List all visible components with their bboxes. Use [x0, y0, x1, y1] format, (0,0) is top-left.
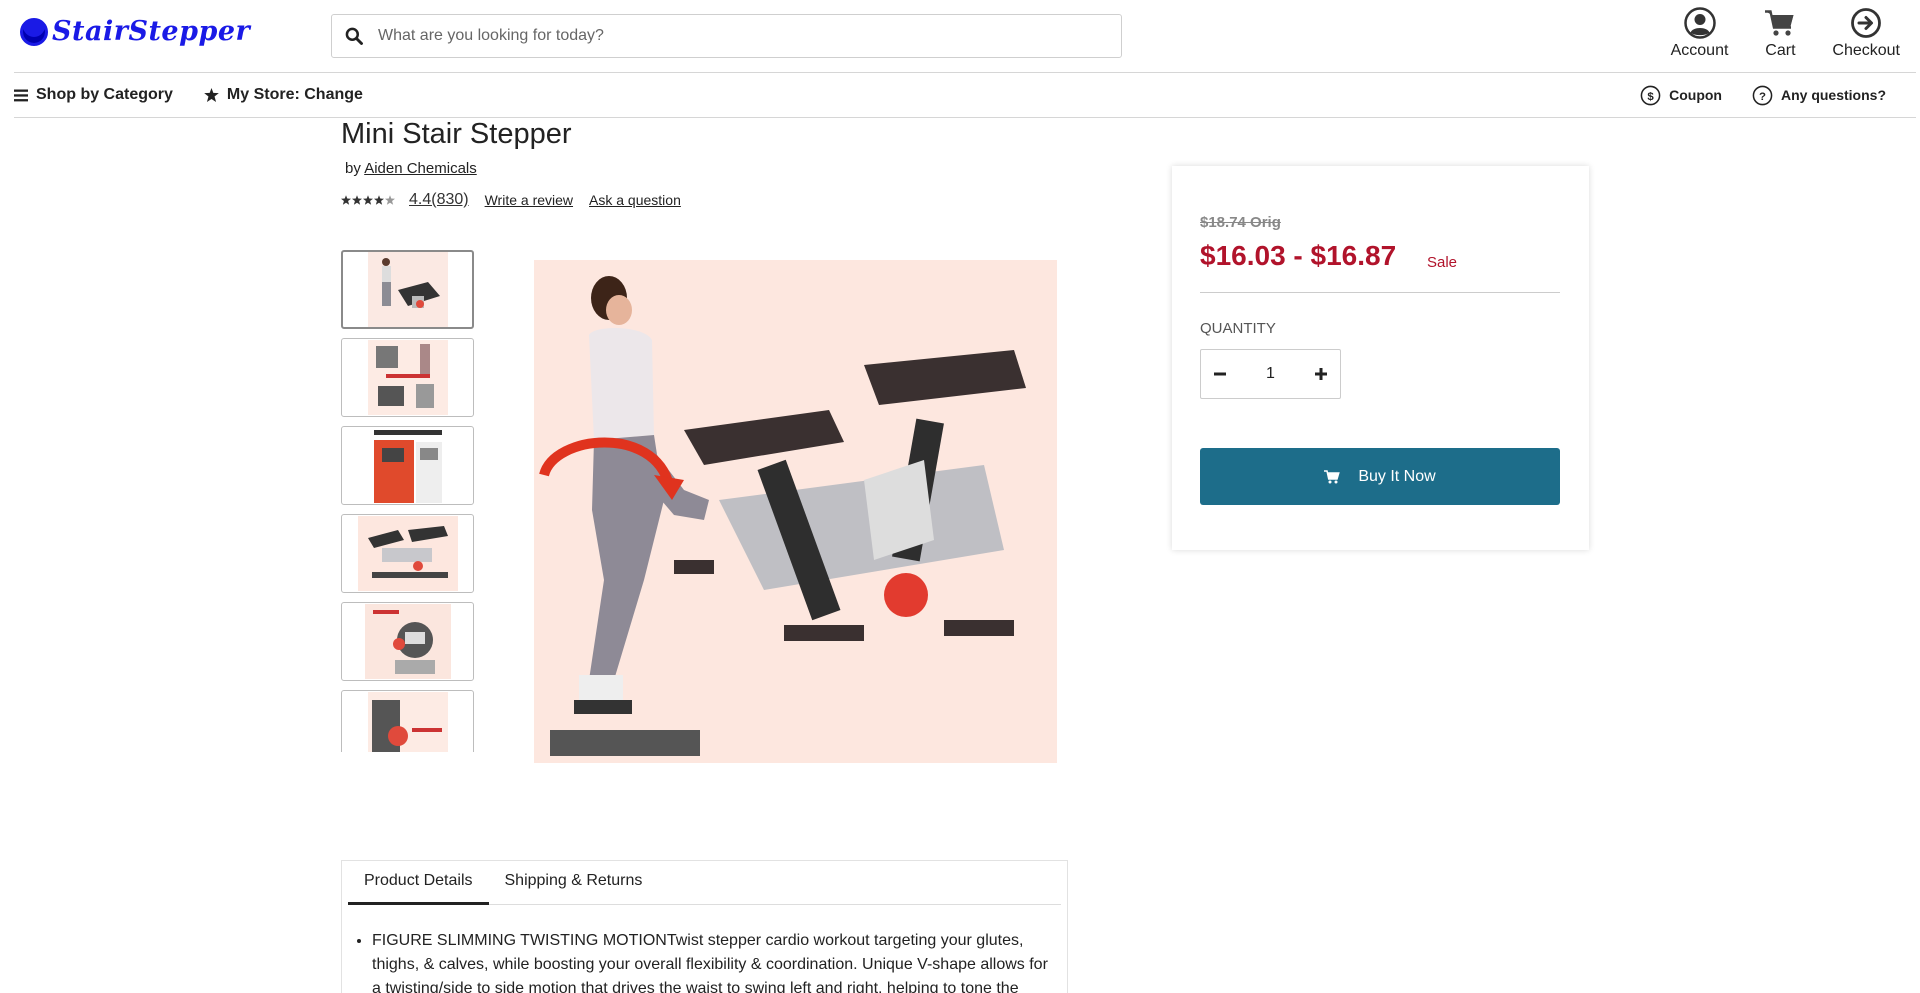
thumbnail-list — [341, 250, 475, 752]
quantity-value[interactable]: 1 — [1266, 365, 1275, 383]
thumbnail-digital-monitor[interactable] — [341, 602, 474, 681]
checkout-label: Checkout — [1832, 42, 1900, 59]
arrow-circle-right-icon — [1851, 8, 1882, 38]
logo-text: StairStepper — [52, 16, 251, 47]
header-actions: Account Cart Checkout — [1671, 7, 1900, 60]
my-store-label: My Store: Change — [226, 86, 363, 103]
svg-text:$: $ — [1647, 90, 1654, 102]
thumbnail-stepper-side-view[interactable] — [341, 514, 474, 593]
question-circle-icon: ? — [1752, 85, 1773, 105]
tab-bar: Product Details Shipping & Returns — [348, 861, 1061, 905]
product-info-tabs: Product Details Shipping & Returns FIGUR… — [341, 860, 1068, 993]
half-star-icon — [385, 195, 395, 205]
product-byline: by Aiden Chemicals — [345, 160, 477, 177]
nav-bar: Shop by Category My Store: Change $ Coup… — [14, 72, 1916, 118]
purchase-panel: $18.74 Orig $16.03 - $16.87 Sale QUANTIT… — [1172, 166, 1589, 550]
buy-it-now-label: Buy It Now — [1358, 467, 1436, 485]
price-divider — [1200, 292, 1560, 293]
site-logo[interactable]: StairStepper — [20, 16, 250, 47]
shop-by-category-label: Shop by Category — [36, 86, 173, 103]
hamburger-icon — [14, 89, 28, 101]
original-price: $18.74 Orig — [1200, 214, 1281, 231]
product-details-list: FIGURE SLIMMING TWISTING MOTIONTwist ste… — [372, 929, 1052, 993]
cart-button[interactable]: Cart — [1764, 7, 1796, 60]
star-icon — [204, 88, 219, 102]
sale-badge: Sale — [1427, 254, 1458, 271]
questions-label: Any questions? — [1780, 87, 1886, 103]
rating-row: 4.4(830) Write a review Ask a question — [341, 191, 681, 209]
shop-by-category-menu[interactable]: Shop by Category — [14, 86, 173, 104]
minus-icon — [1214, 372, 1226, 376]
tab-shipping-returns[interactable]: Shipping & Returns — [489, 861, 659, 905]
svg-text:?: ? — [1759, 90, 1766, 102]
brand-link[interactable]: Aiden Chemicals — [364, 160, 477, 177]
product-title: Mini Stair Stepper — [341, 118, 572, 150]
cart-icon — [1765, 10, 1794, 36]
by-prefix: by — [345, 160, 361, 177]
increase-quantity-button[interactable] — [1302, 350, 1340, 398]
star-icon — [363, 195, 373, 205]
site-header: StairStepper Account Cart — [0, 0, 1920, 72]
cart-label: Cart — [1765, 42, 1796, 59]
thumbnail-adjustable[interactable] — [341, 690, 474, 752]
quantity-label: QUANTITY — [1200, 320, 1276, 337]
questions-link[interactable]: ? Any questions? — [1752, 85, 1886, 106]
star-icon — [341, 195, 351, 205]
quantity-stepper: 1 — [1200, 349, 1341, 399]
search-input[interactable] — [378, 27, 1098, 45]
list-item: FIGURE SLIMMING TWISTING MOTIONTwist ste… — [372, 929, 1052, 993]
plus-icon — [1315, 368, 1327, 380]
account-label: Account — [1670, 42, 1729, 59]
checkout-button[interactable]: Checkout — [1832, 7, 1900, 60]
search-icon[interactable] — [344, 26, 364, 46]
product-main-image[interactable] — [534, 260, 1057, 763]
thumbnail-twist-action[interactable] — [341, 338, 474, 417]
cart-icon — [1324, 469, 1341, 483]
sale-price-range: $16.03 - $16.87 — [1200, 240, 1397, 271]
dollar-circle-icon: $ — [1640, 85, 1661, 105]
account-button[interactable]: Account — [1670, 7, 1729, 60]
logo-mark-icon — [20, 17, 48, 46]
rating-stars — [341, 195, 395, 205]
decrease-quantity-button[interactable] — [1201, 350, 1239, 398]
tab-product-details[interactable]: Product Details — [348, 861, 489, 905]
stepper-image — [534, 260, 1057, 763]
buy-it-now-button[interactable]: Buy It Now — [1200, 448, 1560, 505]
star-icon — [374, 195, 384, 205]
ask-question-link[interactable]: Ask a question — [589, 192, 681, 208]
write-review-link[interactable]: Write a review — [485, 192, 573, 208]
coupon-link[interactable]: $ Coupon — [1640, 85, 1722, 106]
thumbnail-how-we-measure-up[interactable] — [341, 426, 474, 505]
my-store-link[interactable]: My Store: Change — [204, 86, 363, 104]
search-bar — [331, 14, 1122, 58]
star-icon — [352, 195, 362, 205]
thumbnail-stepper-with-woman[interactable] — [341, 250, 474, 329]
rating-value[interactable]: 4.4(830) — [409, 191, 469, 209]
account-icon — [1683, 7, 1716, 39]
coupon-label: Coupon — [1669, 87, 1722, 103]
